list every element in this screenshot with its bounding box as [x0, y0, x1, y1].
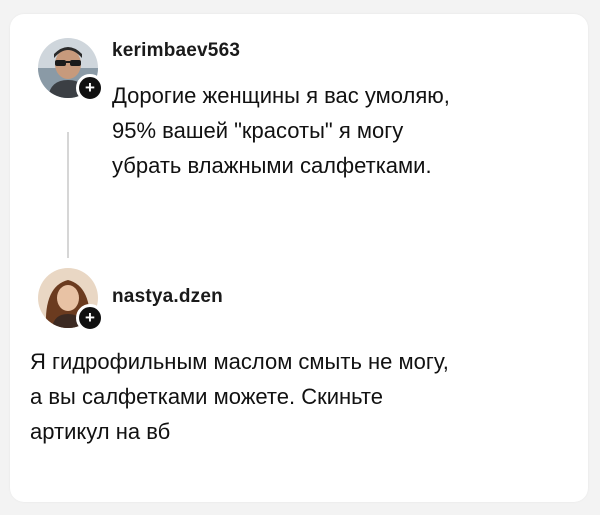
follow-plus-icon[interactable]: + [76, 304, 104, 332]
thread-card: + kerimbaev563 Дорогие женщины я вас умо… [10, 14, 588, 502]
post2-text: Я гидрофильным маслом смыть не могу, а в… [30, 349, 449, 444]
thread-connector-line [67, 132, 69, 258]
post1-username[interactable]: kerimbaev563 [112, 40, 240, 62]
post1-text: Дорогие женщины я вас умоляю, 95% вашей … [112, 83, 450, 178]
follow-plus-icon[interactable]: + [76, 74, 104, 102]
post2-username[interactable]: nastya.dzen [112, 286, 223, 308]
post2-avatar-container[interactable]: + [38, 268, 104, 332]
post1-avatar-container[interactable]: + [38, 38, 104, 102]
